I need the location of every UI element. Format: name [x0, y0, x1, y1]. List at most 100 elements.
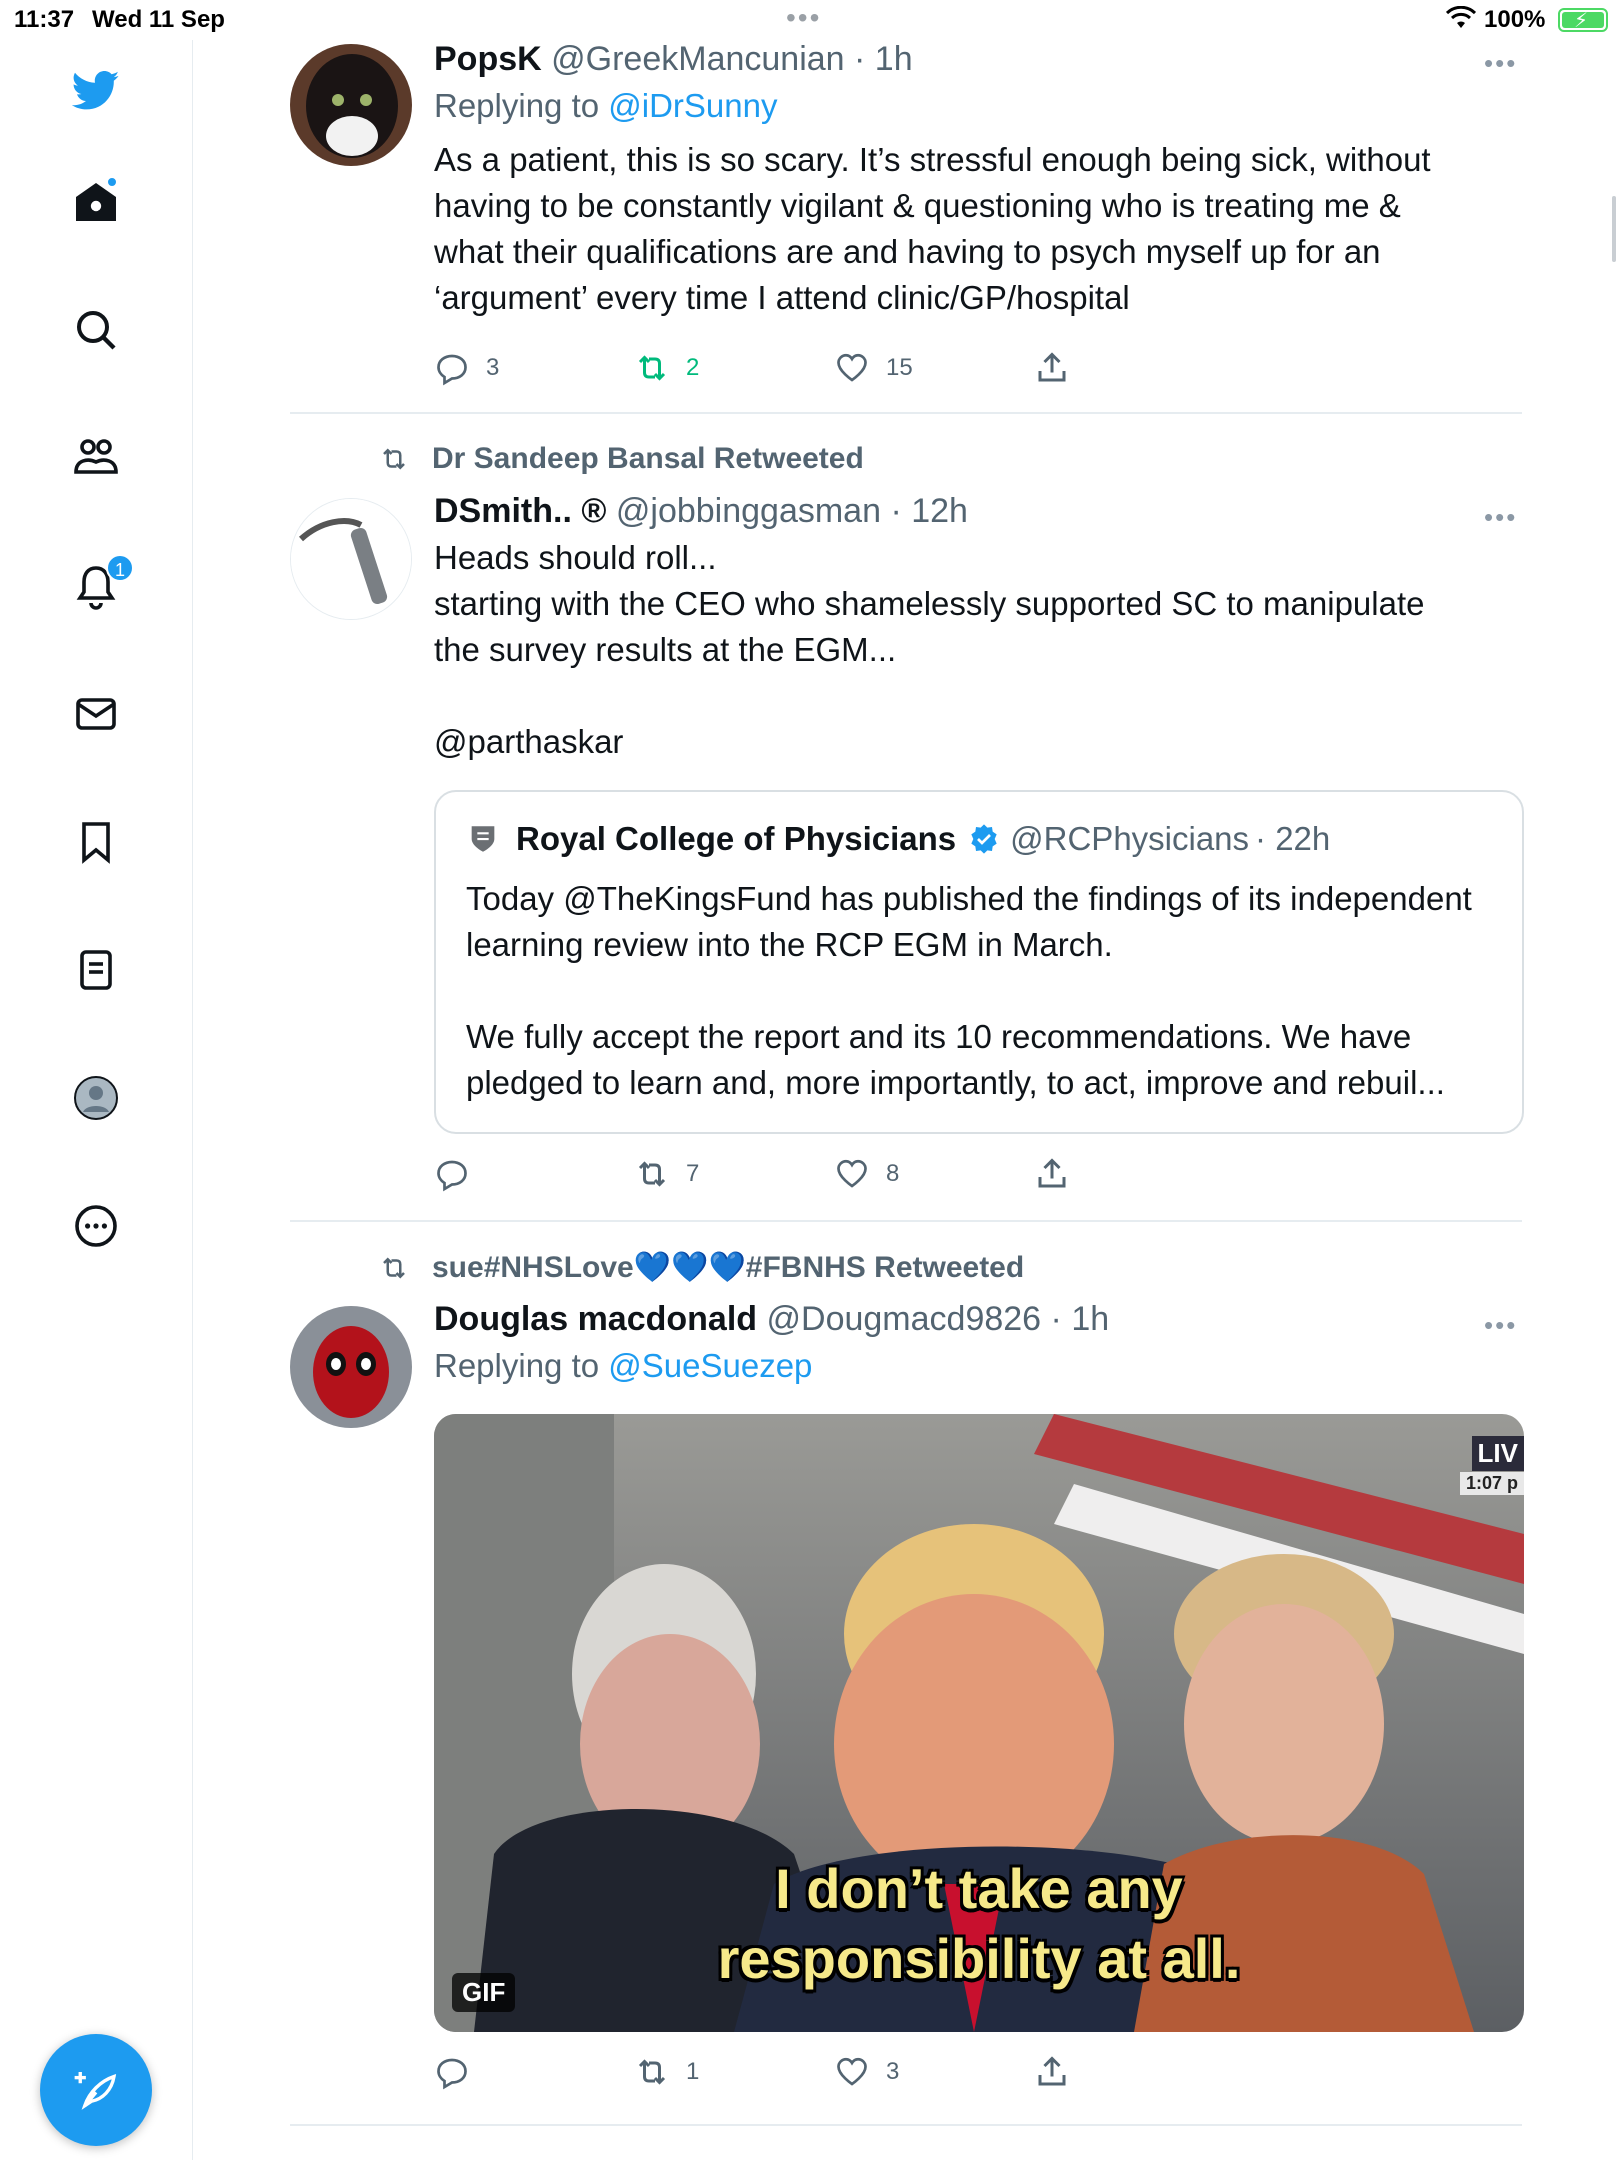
retweet-icon [638, 1161, 666, 1187]
gif-badge: GIF [452, 1973, 516, 2012]
communities-icon[interactable] [68, 430, 124, 486]
tweet-actions: 1 3 [434, 2054, 1134, 2094]
sidebar: 1 [0, 40, 193, 2160]
share-button[interactable] [1034, 1156, 1086, 1192]
like-count: 15 [886, 354, 913, 381]
retweet-count: 2 [686, 354, 700, 381]
more-menu-icon[interactable]: ••• [1484, 1310, 1517, 1341]
search-icon[interactable] [68, 302, 124, 358]
tweet-text: As a patient, this is so scary. It’s str… [434, 141, 1431, 316]
replying-to: Replying to @SueSuezep [434, 1347, 1434, 1385]
wifi-icon [1446, 6, 1476, 28]
author-handle[interactable]: @Dougmacd9826 [767, 1300, 1042, 1338]
quoted-tweet[interactable]: Royal College of Physicians @RCPhysician… [434, 790, 1524, 1134]
tweet-header: PopsK @GreekMancunian · 1h Replying to @… [434, 40, 1434, 321]
reply-button[interactable] [434, 1156, 486, 1192]
live-time: 1:07 p [1459, 1472, 1524, 1495]
quoted-tweet-text: Today @TheKingsFund has published the fi… [466, 876, 1496, 1106]
replying-to: Replying to @iDrSunny [434, 87, 1434, 125]
home-icon[interactable] [68, 174, 124, 230]
replying-label: Replying to [434, 87, 609, 124]
tweet-header: Douglas macdonald @Dougmacd9826 · 1h Rep… [434, 1300, 1434, 1385]
retweet-button[interactable]: 1 [634, 2054, 699, 2090]
more-menu-icon[interactable]: ••• [1484, 502, 1517, 533]
tweet-header: DSmith.. ® @jobbinggasman · 12h Heads sh… [434, 492, 1434, 765]
compose-tweet-button[interactable] [40, 2034, 152, 2146]
replying-label: Replying to [434, 1347, 609, 1384]
retweet-button[interactable]: 2 [634, 350, 699, 386]
lists-icon[interactable] [68, 942, 124, 998]
author-handle[interactable]: @jobbinggasman [616, 492, 881, 530]
reply-icon [437, 1160, 467, 1192]
home-new-dot [106, 176, 118, 188]
retweeted-by-label: sue#NHSLove💙💙💙#FBNHS Retweeted [432, 1251, 1025, 1284]
retweeted-by[interactable]: Dr Sandeep Bansal Retweeted [374, 442, 864, 476]
author-name[interactable]: Douglas macdonald [434, 1300, 757, 1338]
author-name[interactable]: PopsK [434, 40, 542, 78]
tweet-time[interactable]: · 1h [854, 40, 913, 78]
tweet-text-line2: starting with the CEO who shamelessly su… [434, 585, 1425, 668]
quoted-tweet-time: · 22h [1255, 820, 1331, 857]
profile-avatar-icon[interactable] [68, 1070, 124, 1126]
live-tag: LIV [1471, 1436, 1524, 1471]
reply-count: 3 [486, 354, 500, 381]
gif-caption-line1: I don’t take any [775, 1857, 1183, 1920]
mention-link[interactable]: @parthaskar [434, 719, 1434, 765]
replying-mention[interactable]: @iDrSunny [608, 87, 777, 124]
notifications-badge: 1 [106, 554, 134, 582]
messages-icon[interactable] [68, 686, 124, 742]
avatar[interactable] [290, 1306, 412, 1428]
reply-button[interactable]: 3 [434, 350, 499, 386]
share-icon [1038, 2056, 1066, 2086]
tweet-divider [290, 2124, 1522, 2126]
share-icon [1038, 1158, 1066, 1188]
notifications-icon[interactable]: 1 [68, 554, 134, 614]
share-button[interactable] [1034, 2054, 1086, 2090]
retweet-icon [638, 355, 666, 381]
verified-badge-icon [971, 824, 997, 854]
reply-button[interactable] [434, 2054, 486, 2090]
battery-icon: ⚡ [1558, 8, 1608, 32]
retweet-icon [638, 2059, 666, 2085]
battery-percent: 100% [1484, 6, 1546, 33]
retweeted-by[interactable]: sue#NHSLove💙💙💙#FBNHS Retweeted [374, 1250, 1024, 1285]
avatar[interactable] [290, 44, 412, 166]
reply-icon [437, 2058, 467, 2090]
timeline-feed: PopsK @GreekMancunian · 1h Replying to @… [194, 40, 1620, 2160]
replying-mention[interactable]: @SueSuezep [608, 1347, 812, 1384]
status-date: Wed 11 Sep [92, 6, 225, 33]
gif-caption-line2: responsibility at all. [717, 1927, 1241, 1990]
like-button[interactable]: 3 [834, 2054, 899, 2090]
author-handle[interactable]: @GreekMancunian [551, 40, 844, 78]
bookmarks-icon[interactable] [68, 814, 124, 870]
registered-icon: ® [581, 492, 607, 530]
retweeted-by-label: Dr Sandeep Bansal Retweeted [432, 442, 864, 475]
more-menu-icon[interactable]: ••• [1484, 48, 1517, 79]
like-count: 3 [886, 2058, 900, 2085]
retweet-button[interactable]: 7 [634, 1156, 699, 1192]
heart-icon [837, 1159, 867, 1188]
tweet-text-line1: Heads should roll... [434, 539, 717, 576]
reply-icon [437, 354, 467, 386]
tweet-time[interactable]: · 12h [890, 492, 968, 530]
tweet-time[interactable]: · 1h [1051, 1300, 1110, 1338]
tweet-actions: 3 2 15 [434, 350, 1134, 390]
more-options-icon[interactable] [68, 1198, 124, 1254]
like-button[interactable]: 8 [834, 1156, 899, 1192]
tweet-actions: 7 8 [434, 1156, 1134, 1196]
heart-icon [837, 2057, 867, 2086]
like-button[interactable]: 15 [834, 350, 913, 386]
share-icon [1038, 352, 1066, 382]
share-button[interactable] [1034, 350, 1086, 386]
retweet-count: 1 [686, 2058, 700, 2085]
twitter-logo-icon[interactable] [68, 62, 124, 118]
retweet-small-icon [383, 448, 405, 470]
tweet-divider [290, 412, 1522, 414]
gif-media[interactable]: LIV 1:07 p I don’t take any responsibili… [434, 1414, 1524, 2032]
multitasking-dots-icon[interactable]: ••• [786, 2, 821, 34]
quoted-author-handle: @RCPhysicians [1010, 820, 1250, 857]
author-name[interactable]: DSmith.. [434, 492, 572, 530]
avatar[interactable] [290, 498, 412, 620]
status-time: 11:37 [14, 6, 75, 33]
tweet-divider [290, 1220, 1522, 1222]
